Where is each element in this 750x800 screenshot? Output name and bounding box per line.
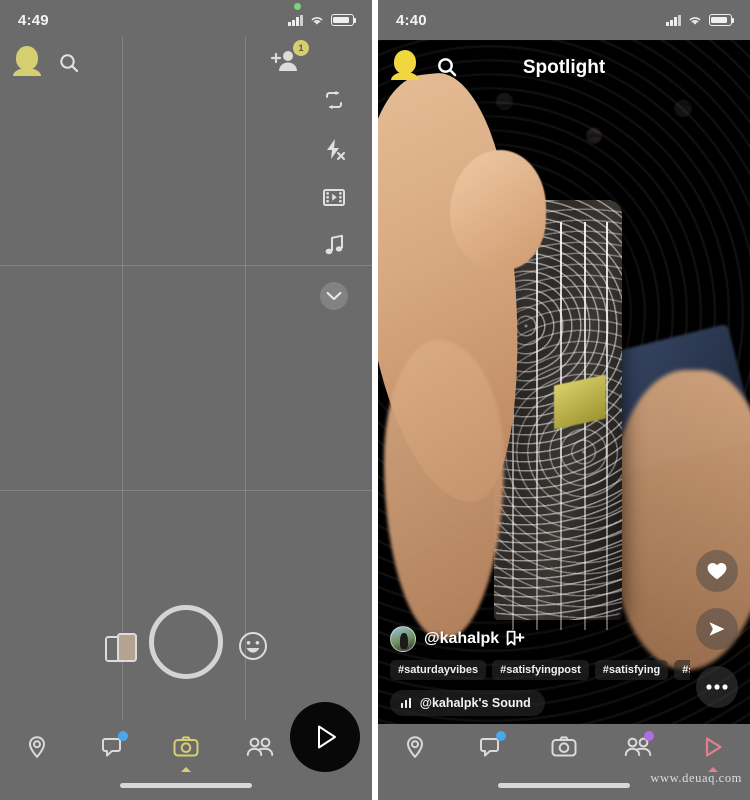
audio-bars-icon <box>401 698 411 708</box>
grid-line-horizontal-2 <box>0 490 372 491</box>
sound-label: @kahalpk's Sound <box>419 696 531 710</box>
share-button[interactable] <box>696 608 738 650</box>
search-icon <box>60 54 79 73</box>
status-time: 4:49 <box>18 11 49 29</box>
music-button[interactable] <box>323 233 345 262</box>
wifi-icon <box>689 17 701 25</box>
profile-bitmoji-avatar <box>391 50 419 80</box>
status-indicators <box>288 3 357 26</box>
sound-chip[interactable]: @kahalpk's Sound <box>390 690 545 716</box>
map-pin-icon <box>29 736 46 759</box>
flip-camera-button[interactable] <box>322 88 346 117</box>
wifi-icon <box>311 17 323 25</box>
flip-camera-icon <box>326 90 342 110</box>
nav-active-caret <box>32 767 42 772</box>
lens-carousel-button[interactable] <box>104 631 146 665</box>
nav-active-caret <box>255 767 265 772</box>
lens-explore-button[interactable] <box>238 631 268 666</box>
avatar[interactable] <box>390 626 416 652</box>
battery-icon <box>709 14 735 26</box>
nav-item-friends[interactable] <box>223 734 297 772</box>
hashtag-chip[interactable]: #spo <box>674 660 690 680</box>
nav-item-spotlight[interactable] <box>676 734 750 772</box>
search-icon <box>438 58 457 77</box>
status-bar-right: 4:40 <box>378 0 750 40</box>
page-title: Spotlight <box>522 57 606 78</box>
timeline-filmstrip-icon <box>323 189 345 206</box>
camera-icon <box>551 736 577 757</box>
cellular-signal-icon <box>666 14 681 26</box>
nav-item-chat[interactable] <box>74 731 148 772</box>
profile-avatar-button[interactable] <box>391 50 423 84</box>
camera-tools-rail <box>314 88 354 310</box>
more-button[interactable] <box>696 666 738 708</box>
nav-item-camera[interactable] <box>527 734 601 772</box>
spotlight-post-meta: @kahalpk #saturdayvibes #satisfyingpost … <box>390 626 690 716</box>
status-indicators <box>666 14 735 26</box>
shutter-button[interactable] <box>149 605 223 679</box>
hashtag-chip[interactable]: #saturdayvibes <box>390 660 487 680</box>
spotlight-launch-button[interactable] <box>290 702 360 772</box>
flash-off-button[interactable] <box>322 137 346 166</box>
hashtag-chip[interactable]: #satisfyingpost <box>492 660 589 680</box>
status-time: 4:40 <box>396 11 427 29</box>
play-triangle-icon <box>705 737 722 757</box>
recording-indicator-dot <box>294 3 302 10</box>
like-button[interactable] <box>696 550 738 592</box>
snapchat-spotlight-screen: 4:40 Spotlight @kahalpk #saturdayvibes #… <box>378 0 750 800</box>
nav-active-caret <box>107 767 117 772</box>
music-note-icon <box>325 234 343 255</box>
more-dots-icon <box>706 684 728 690</box>
hashtag-chip[interactable]: #satisfying <box>594 660 669 680</box>
nav-active-caret <box>559 767 569 772</box>
post-username[interactable]: @kahalpk <box>424 630 499 648</box>
nav-active-caret-camera <box>181 767 192 772</box>
nav-item-map[interactable] <box>378 734 452 772</box>
chat-unread-dot <box>117 731 128 741</box>
flash-off-icon <box>327 139 345 160</box>
timeline-button[interactable] <box>322 186 346 213</box>
cellular-signal-icon <box>288 14 303 26</box>
screenshot-root: 4:49 1 4:40 Spotlight @kahalpk #saturday… <box>0 0 750 800</box>
post-user-row[interactable]: @kahalpk <box>390 626 690 652</box>
bottom-nav-right <box>378 720 750 800</box>
spotlight-action-rail <box>696 550 738 708</box>
more-tools-button[interactable] <box>320 282 348 310</box>
search-button[interactable] <box>58 52 80 79</box>
hashtag-list: #saturdayvibes #satisfyingpost #satisfyi… <box>390 660 690 680</box>
profile-bitmoji-avatar <box>13 46 41 76</box>
nav-item-camera[interactable] <box>149 734 223 772</box>
add-to-story-icon <box>506 630 525 646</box>
send-arrow-icon <box>709 622 725 636</box>
smiley-lens-icon <box>239 632 267 660</box>
site-watermark: www.deuaq.com <box>650 771 742 785</box>
nav-item-map[interactable] <box>0 734 74 772</box>
video-thumb <box>450 150 546 270</box>
camera-icon <box>173 736 199 757</box>
battery-icon <box>331 14 357 26</box>
nav-active-caret <box>410 767 420 772</box>
add-friend-badge: 1 <box>293 40 309 56</box>
profile-avatar-button[interactable] <box>13 46 45 80</box>
friends-icon <box>247 737 274 756</box>
search-button[interactable] <box>436 56 458 83</box>
spotlight-video[interactable] <box>378 40 750 724</box>
nav-active-caret <box>485 767 495 772</box>
add-friend-button[interactable]: 1 <box>270 40 309 78</box>
map-pin-icon <box>407 736 424 759</box>
heart-icon <box>707 563 727 580</box>
chat-unread-dot <box>495 731 506 741</box>
status-bar-left: 4:49 <box>0 0 372 40</box>
nav-active-caret <box>633 767 643 772</box>
snapchat-camera-screen: 4:49 1 <box>0 0 372 800</box>
nav-item-chat[interactable] <box>452 731 526 772</box>
lens-cards-icon <box>105 633 137 662</box>
nav-item-friends[interactable] <box>601 731 675 772</box>
play-triangle-icon <box>318 725 336 749</box>
spotlight-header: Spotlight <box>378 48 750 88</box>
capture-controls <box>0 605 372 695</box>
chevron-down-icon <box>326 291 342 301</box>
